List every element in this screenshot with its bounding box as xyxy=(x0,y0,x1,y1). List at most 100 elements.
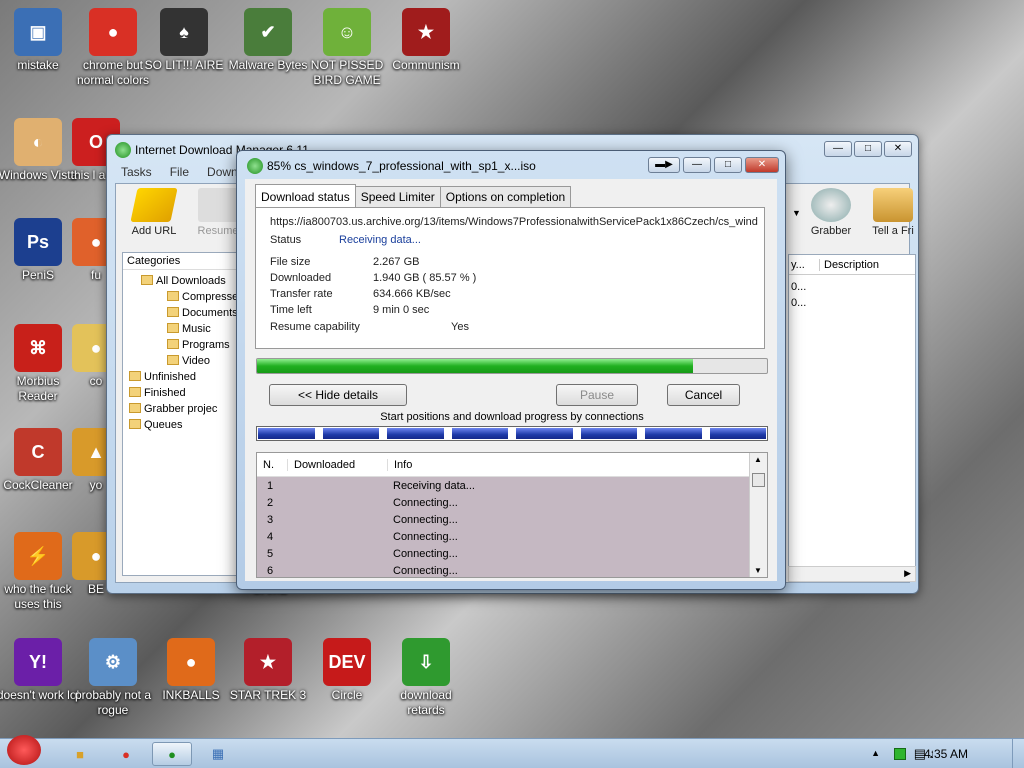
category-label: Grabber projec xyxy=(144,403,218,415)
category-item[interactable]: Compresse xyxy=(167,291,238,303)
category-item[interactable]: Programs xyxy=(167,339,230,351)
desktop-icon-image: ▣ xyxy=(14,8,62,56)
list-item[interactable]: 0... xyxy=(791,297,806,309)
tab-download-status[interactable]: Download status xyxy=(255,184,356,207)
taskbar-chrome[interactable]: ● xyxy=(106,742,146,766)
column-header-description[interactable]: Description xyxy=(819,259,879,271)
download-dialog[interactable]: 85% cs_windows_7_professional_with_sp1_x… xyxy=(236,150,786,590)
desktop-icon[interactable]: Y! doesn't work lol xyxy=(0,638,80,703)
time-left-label: Time left xyxy=(270,304,312,316)
category-item[interactable]: Documents xyxy=(167,307,238,319)
scroll-up-icon[interactable]: ▲ xyxy=(754,455,762,464)
toolbar-dropdown-icon[interactable]: ▼ xyxy=(792,208,801,218)
folder-icon xyxy=(167,291,179,301)
category-item[interactable]: Finished xyxy=(129,387,186,399)
resume-label: Resume xyxy=(197,225,239,237)
start-button[interactable] xyxy=(2,731,46,768)
column-header-n[interactable]: N. xyxy=(263,459,274,471)
category-item[interactable]: Grabber projec xyxy=(129,403,217,415)
tray-idm-icon[interactable] xyxy=(894,748,906,760)
dialog-body: Download status Speed Limiter Options on… xyxy=(245,179,777,581)
pause-button[interactable]: Pause xyxy=(556,384,638,406)
category-item[interactable]: Video xyxy=(167,355,210,367)
desktop-icon[interactable]: ✔ Malware Bytes xyxy=(226,8,310,73)
scroll-thumb[interactable] xyxy=(752,473,765,487)
desktop-icon[interactable]: ★ Communism xyxy=(384,8,468,73)
table-row[interactable]: 6 Connecting... xyxy=(257,565,749,577)
maximize-button[interactable]: □ xyxy=(854,141,882,157)
download-progress-bar xyxy=(256,358,768,374)
tell-friend-button[interactable]: Tell a Fri xyxy=(868,188,918,237)
column-header-info[interactable]: Info xyxy=(387,459,412,471)
taskbar-explorer[interactable]: ■ xyxy=(60,742,100,766)
connection-segment xyxy=(387,428,444,439)
category-label: Video xyxy=(182,355,210,367)
scroll-right-icon[interactable]: ▶ xyxy=(904,568,911,579)
desktop-icon-image: DEV xyxy=(323,638,371,686)
connections-table[interactable]: N. Downloaded Info 1 Receiving data... 2 Co… xyxy=(256,452,768,578)
table-row[interactable]: 5 Connecting... xyxy=(257,548,749,565)
horizontal-scrollbar[interactable]: ▶ xyxy=(788,566,916,582)
desktop-icon[interactable]: ⚙ probably not a rogue xyxy=(71,638,155,718)
connection-number: 6 xyxy=(267,565,274,577)
menu-file[interactable]: File xyxy=(170,165,189,179)
hide-details-button[interactable]: << Hide details xyxy=(269,384,407,406)
tab-speed-limiter[interactable]: Speed Limiter xyxy=(354,186,441,207)
connection-number: 4 xyxy=(267,531,274,543)
table-row[interactable]: 1 Receiving data... xyxy=(257,480,749,497)
category-item[interactable]: All Downloads xyxy=(141,275,226,287)
desktop-icon[interactable]: ⇩ download retards xyxy=(384,638,468,718)
table-row[interactable]: 2 Connecting... xyxy=(257,497,749,514)
idm-dialog-icon xyxy=(247,158,263,174)
desktop-icon-image: ♠ xyxy=(160,8,208,56)
dialog-minimize-button[interactable]: — xyxy=(683,157,711,173)
dialog-maximize-button[interactable]: □ xyxy=(714,157,742,173)
connection-number: 1 xyxy=(267,480,274,492)
menu-tasks[interactable]: Tasks xyxy=(121,165,152,179)
column-header-size[interactable]: y... xyxy=(791,259,805,271)
categories-panel: Categories All Downloads Compresse Documen… xyxy=(122,252,240,576)
dialog-close-button[interactable]: ✕ xyxy=(745,157,779,173)
desktop-icon[interactable]: ★ STAR TREK 3 xyxy=(226,638,310,703)
taskbar-idm[interactable]: ● xyxy=(152,742,192,766)
connections-vertical-scrollbar[interactable]: ▲ ▼ xyxy=(749,453,767,577)
category-label: Programs xyxy=(182,339,230,351)
desktop-icon-label: SO LIT!!! AIRE xyxy=(144,58,224,72)
desktop-icon-label: Communism xyxy=(392,58,460,72)
desktop-icon[interactable]: DEV Circle xyxy=(305,638,389,703)
table-row[interactable]: 3 Connecting... xyxy=(257,514,749,531)
close-button[interactable]: ✕ xyxy=(884,141,912,157)
category-item[interactable]: Unfinished xyxy=(129,371,196,383)
send-to-tray-button[interactable]: ▬▶ xyxy=(648,157,680,173)
desktop-icon[interactable]: ♠ SO LIT!!! AIRE xyxy=(142,8,226,73)
downloaded-label: Downloaded xyxy=(270,272,332,284)
category-label: All Downloads xyxy=(156,275,226,287)
category-label: Compresse xyxy=(182,291,239,303)
tab-options-on-completion[interactable]: Options on completion xyxy=(439,186,572,207)
desktop-icon-label: mistake xyxy=(17,58,59,72)
table-row[interactable]: 4 Connecting... xyxy=(257,531,749,548)
show-hidden-icons[interactable]: ▲ xyxy=(871,748,880,758)
grabber-icon xyxy=(811,188,851,222)
desktop-icon-label: Malware Bytes xyxy=(228,58,308,72)
cancel-button[interactable]: Cancel xyxy=(667,384,740,406)
add-url-button[interactable]: Add URL xyxy=(124,188,184,237)
add-url-icon xyxy=(130,188,178,222)
connection-segment xyxy=(709,428,766,439)
categories-header: Categories xyxy=(123,253,239,270)
desktop-icon[interactable]: ☺ NOT PISSED BIRD GAME xyxy=(305,8,389,88)
minimize-button[interactable]: — xyxy=(824,141,852,157)
desktop-icon[interactable]: ● INKBALLS xyxy=(149,638,233,703)
grabber-button[interactable]: Grabber xyxy=(806,188,856,237)
downloads-list[interactable]: y... Description 0... 0... xyxy=(788,254,916,572)
column-header-downloaded[interactable]: Downloaded xyxy=(287,459,355,471)
taskbar-app[interactable]: ▦ xyxy=(198,742,238,766)
desktop-icon[interactable]: ▣ mistake xyxy=(0,8,80,73)
list-item[interactable]: 0... xyxy=(791,281,806,293)
category-item[interactable]: Music xyxy=(167,323,211,335)
show-desktop-button[interactable] xyxy=(1012,739,1024,768)
clock[interactable]: 4:35 AM xyxy=(924,747,968,761)
scroll-down-icon[interactable]: ▼ xyxy=(754,566,762,575)
category-item[interactable]: Queues xyxy=(129,419,183,431)
category-label: Finished xyxy=(144,387,186,399)
